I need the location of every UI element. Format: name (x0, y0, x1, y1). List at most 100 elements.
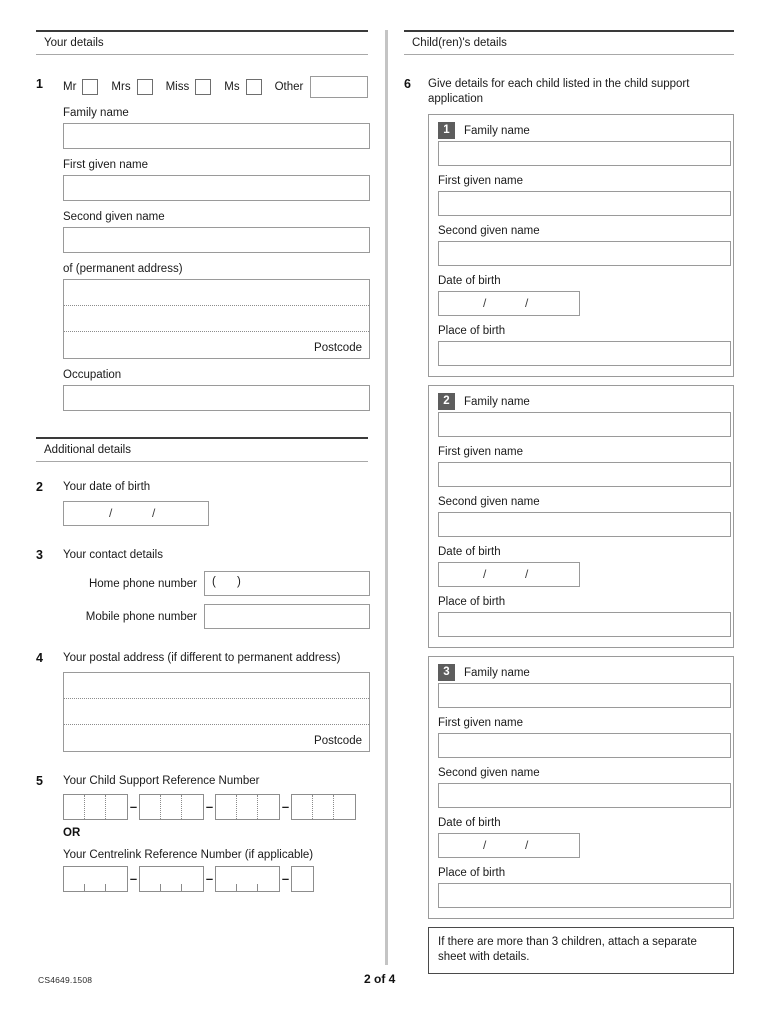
question-1-number: 1 (36, 77, 43, 91)
crn2-group-2[interactable] (139, 866, 204, 892)
crn-dash-2: – (205, 799, 214, 814)
first-given-name-label: First given name (63, 159, 149, 171)
checkbox-mrs[interactable] (136, 79, 153, 95)
crn-cell[interactable] (85, 795, 106, 819)
title-option-mrs-label: Mrs (111, 81, 131, 93)
crn-group-3[interactable] (215, 794, 280, 820)
crn-cell[interactable] (334, 795, 355, 819)
crn-cell[interactable] (140, 795, 161, 819)
second-given-name-input[interactable] (63, 227, 370, 253)
crn2-check-digit-cell[interactable] (291, 866, 314, 892)
crn-group-1[interactable] (63, 794, 128, 820)
crn2-group-1[interactable] (63, 866, 128, 892)
crn2-cell[interactable] (85, 867, 106, 891)
postal-address-line-3[interactable]: Postcode (64, 725, 369, 751)
child-3-family-name-input[interactable] (438, 683, 731, 708)
question-4: 4 Your postal address (if different to p… (36, 651, 370, 752)
permanent-address-line-1[interactable] (64, 280, 369, 306)
child-1-second-given-name-input[interactable] (438, 241, 731, 266)
crn2-cell[interactable] (140, 867, 161, 891)
child-2-date-of-birth-input[interactable]: / / (438, 562, 580, 587)
child-1-first-given-name-input[interactable] (438, 191, 731, 216)
crn-cell[interactable] (292, 795, 313, 819)
question-4-number: 4 (36, 651, 43, 665)
crn2-dash-1: – (129, 871, 138, 886)
crn-cell[interactable] (237, 795, 258, 819)
home-phone-input[interactable]: ( ) (204, 571, 370, 596)
child-2-second-given-name-input[interactable] (438, 512, 731, 537)
child-2-place-of-birth-input[interactable] (438, 612, 731, 637)
child-1-place-of-birth-input[interactable] (438, 341, 731, 366)
question-4-text: Your postal address (if different to per… (63, 652, 341, 664)
first-given-name-input[interactable] (63, 175, 370, 201)
crn-dash-1: – (129, 799, 138, 814)
crn2-cell[interactable] (182, 867, 203, 891)
question-3-number: 3 (36, 548, 43, 562)
checkbox-miss[interactable] (195, 79, 212, 95)
crn-cell[interactable] (64, 795, 85, 819)
child-3-second-given-name-input[interactable] (438, 783, 731, 808)
permanent-address-line-2[interactable] (64, 306, 369, 332)
postal-address-line-1[interactable] (64, 673, 369, 699)
right-column: Child(ren)'s details 6 Give details for … (404, 30, 734, 974)
more-than-three-children-note: If there are more than 3 children, attac… (428, 927, 734, 974)
mobile-phone-input[interactable] (204, 604, 370, 629)
centrelink-reference-number-input[interactable]: – – – (63, 866, 368, 892)
page-number: 2 of 4 (364, 972, 396, 986)
title-option-miss-label: Miss (165, 81, 190, 93)
child-3-date-separator-2: / (525, 838, 529, 852)
child-1-date-of-birth-label: Date of birth (438, 275, 501, 287)
crn2-cell[interactable] (161, 867, 182, 891)
checkbox-ms[interactable] (245, 79, 262, 95)
crn2-cell[interactable] (64, 867, 85, 891)
child-3-first-given-name-label: First given name (438, 717, 524, 729)
crn-cell[interactable] (161, 795, 182, 819)
title-option-mrs[interactable]: Mrs (111, 79, 153, 95)
permanent-address-line-3[interactable]: Postcode (64, 332, 369, 358)
crn-cell[interactable] (182, 795, 203, 819)
child-3-place-of-birth-label: Place of birth (438, 867, 506, 879)
mobile-phone-label: Mobile phone number (85, 610, 197, 623)
crn2-cell[interactable] (237, 867, 258, 891)
title-checkbox-row: Mr Mrs Miss Ms Other (63, 76, 368, 98)
crn-cell[interactable] (313, 795, 334, 819)
child-support-reference-number-input[interactable]: – – – (63, 794, 368, 820)
child-2-badge: 2 (438, 393, 455, 410)
title-option-ms[interactable]: Ms (224, 79, 262, 95)
crn-cell[interactable] (106, 795, 127, 819)
child-3-date-of-birth-label: Date of birth (438, 817, 501, 829)
postal-address-line-2[interactable] (64, 699, 369, 725)
title-option-miss[interactable]: Miss (166, 79, 212, 95)
child-1-date-of-birth-input[interactable]: / / (438, 291, 580, 316)
child-3-first-given-name-input[interactable] (438, 733, 731, 758)
title-other-input[interactable] (310, 76, 368, 98)
child-1-second-given-name-label: Second given name (438, 225, 540, 237)
family-name-input[interactable] (63, 123, 370, 149)
occupation-input[interactable] (63, 385, 370, 411)
child-3-place-of-birth-input[interactable] (438, 883, 731, 908)
crn-cell[interactable] (258, 795, 279, 819)
second-given-name-label: Second given name (63, 211, 165, 223)
crn-cell[interactable] (216, 795, 237, 819)
crn2-cell[interactable] (258, 867, 279, 891)
child-3-date-separator-1: / (483, 838, 487, 852)
crn2-cell[interactable] (106, 867, 127, 891)
question-5-text: Your Child Support Reference Number (63, 775, 260, 787)
title-option-mr[interactable]: Mr (63, 79, 99, 95)
crn-group-2[interactable] (139, 794, 204, 820)
crn-group-4[interactable] (291, 794, 356, 820)
title-option-mr-label: Mr (63, 81, 77, 93)
crn2-group-3[interactable] (215, 866, 280, 892)
child-3-second-given-name-label: Second given name (438, 767, 540, 779)
crn2-cell[interactable] (216, 867, 237, 891)
checkbox-mr[interactable] (82, 79, 99, 95)
child-2-first-given-name-input[interactable] (438, 462, 731, 487)
child-2-family-name-input[interactable] (438, 412, 731, 437)
child-3-date-of-birth-input[interactable]: / / (438, 833, 580, 858)
question-2-text: Your date of birth (63, 481, 151, 493)
your-date-of-birth-input[interactable]: / / (63, 501, 209, 526)
permanent-address-label: of (permanent address) (63, 263, 183, 275)
child-1-family-name-input[interactable] (438, 141, 731, 166)
postal-address-box: Postcode (63, 672, 370, 752)
centrelink-reference-number-label: Your Centrelink Reference Number (if app… (63, 849, 314, 861)
